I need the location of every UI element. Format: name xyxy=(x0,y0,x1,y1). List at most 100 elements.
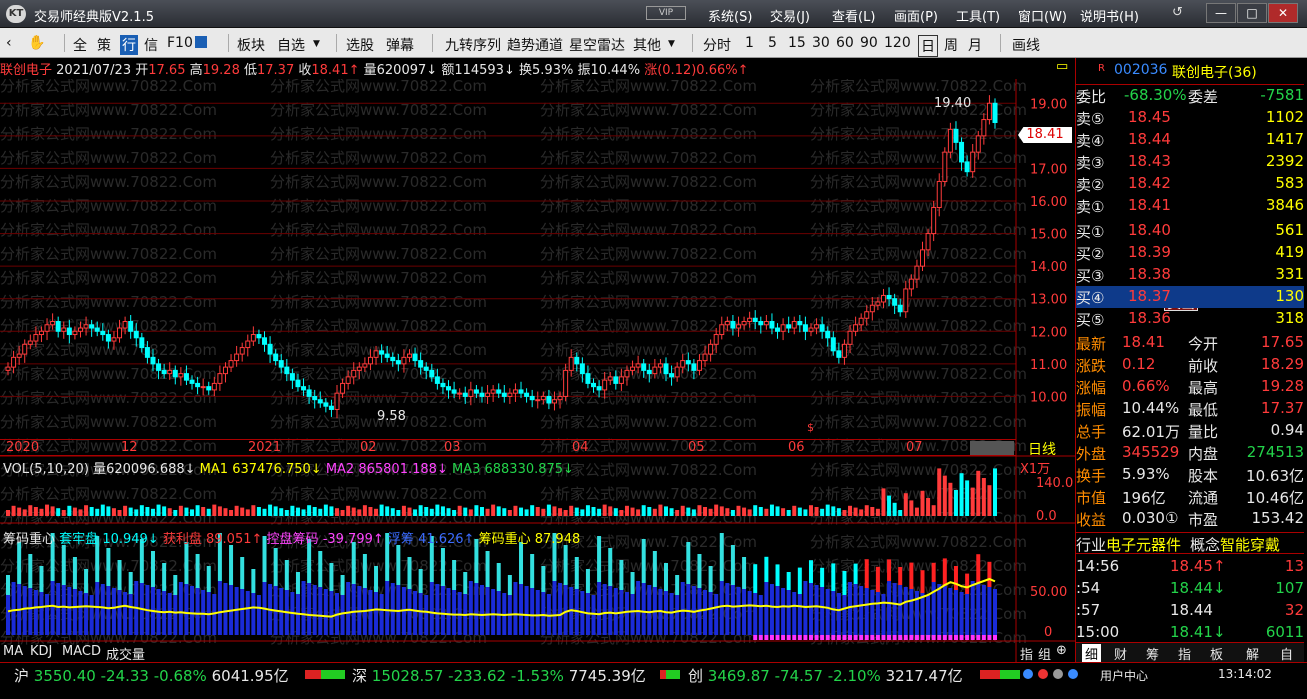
hand-icon[interactable]: ✋ xyxy=(28,35,45,51)
tb-strategy[interactable]: 策 xyxy=(97,35,111,55)
panel-tab-finance[interactable]: 财 xyxy=(1114,644,1127,663)
quote-row[interactable]: 卖⑤ 18.45 1102 xyxy=(1076,107,1304,129)
back-icon[interactable]: ‹ xyxy=(6,35,12,51)
cy-index-group[interactable]: 创 3469.87 -74.57 -2.10% 3217.47亿 xyxy=(688,665,963,686)
tb-period-60[interactable]: 60 xyxy=(836,35,854,51)
menu-screen[interactable]: 画面(P) xyxy=(894,6,938,25)
user-center-link[interactable]: 用户中心 xyxy=(1100,667,1148,684)
tb-period-month[interactable]: 月 xyxy=(968,35,982,55)
chart-settings-icon[interactable]: ▭ xyxy=(1056,59,1068,74)
tb-draw-line[interactable]: 画线 xyxy=(1012,35,1040,55)
menu-manual[interactable]: 说明书(H) xyxy=(1080,6,1139,25)
restore-small-icon[interactable]: ↺ xyxy=(1172,5,1183,20)
add-indicator-icon[interactable]: ⊕ xyxy=(1056,643,1067,658)
sz-index-group[interactable]: 深 15028.57 -233.62 -1.53% 7745.39亿 xyxy=(352,665,646,686)
tb-trend-channel[interactable]: 趋势通道 xyxy=(507,35,563,55)
tb-period-15[interactable]: 15 xyxy=(788,35,806,51)
quote-row[interactable]: 外盘 345529 内盘 274513 xyxy=(1076,442,1304,464)
minimize-button[interactable]: — xyxy=(1206,3,1236,23)
tb-other[interactable]: 其他 xyxy=(633,35,661,55)
candle-body xyxy=(345,376,351,384)
quote-row[interactable]: 涨幅 0.66% 最高 19.28 xyxy=(1076,376,1304,398)
menu-tools[interactable]: 工具(T) xyxy=(956,6,1000,25)
tb-period-day[interactable]: 日 xyxy=(918,35,938,57)
quote-row[interactable]: 买③ 18.38 331 xyxy=(1076,264,1304,286)
network-icon[interactable] xyxy=(1068,669,1078,679)
period-day-label[interactable]: 日线 xyxy=(1028,439,1056,459)
tab-indicator[interactable]: 指 xyxy=(1020,644,1033,663)
tab-kdj[interactable]: KDJ xyxy=(30,644,52,659)
tb-danmaku[interactable]: 弹幕 xyxy=(386,35,414,55)
maximize-button[interactable]: □ xyxy=(1237,3,1267,23)
quote-row[interactable]: 买④ 18.37 130 xyxy=(1076,286,1304,308)
tb-f10[interactable]: F10 xyxy=(167,35,193,51)
sync-icon[interactable] xyxy=(1023,669,1033,679)
chat-icon[interactable] xyxy=(1053,669,1063,679)
other-dropdown-icon[interactable]: ▼ xyxy=(668,39,675,49)
tb-all[interactable]: 全 xyxy=(73,35,87,55)
quote-row[interactable]: 最新 18.41 今开 17.65 xyxy=(1076,332,1304,354)
tb-info[interactable]: 信 xyxy=(144,35,158,55)
quote-row[interactable]: 卖① 18.41 3846 xyxy=(1076,195,1304,217)
vip-badge[interactable]: VIP xyxy=(646,6,686,20)
quote-row[interactable]: 卖② 18.42 583 xyxy=(1076,173,1304,195)
tb-period-90[interactable]: 90 xyxy=(860,35,878,51)
panel-tab-sector[interactable]: 板 xyxy=(1210,644,1223,663)
quote-row[interactable]: 收益 0.030① 市盈 153.42 xyxy=(1076,508,1304,530)
quote-row[interactable]: :57 18.44 32 xyxy=(1076,600,1304,622)
quote-row[interactable]: 卖④ 18.44 1417 xyxy=(1076,129,1304,151)
panel-tab-explain[interactable]: 解 xyxy=(1246,644,1259,663)
tb-period-intraday[interactable]: 分时 xyxy=(703,35,731,55)
watchlist-dropdown-icon[interactable]: ▼ xyxy=(313,39,320,49)
panel-tab-chips[interactable]: 筹 xyxy=(1146,644,1159,663)
stat-label: 市盈 xyxy=(1188,511,1219,529)
tb-period-30[interactable]: 30 xyxy=(812,35,830,51)
layout-icon[interactable] xyxy=(195,36,207,48)
tab-macd[interactable]: MACD xyxy=(62,644,101,659)
quote-row[interactable]: 15:00 18.41↓ 6011 xyxy=(1076,622,1304,644)
tb-watchlist[interactable]: 自选 xyxy=(277,35,305,55)
tb-period-week[interactable]: 周 xyxy=(944,35,958,55)
tb-sector[interactable]: 板块 xyxy=(237,35,265,55)
tb-star-radar[interactable]: 星空雷达 xyxy=(569,35,625,55)
tb-stock-picker[interactable]: 选股 xyxy=(346,35,374,55)
menu-trade[interactable]: 交易(J) xyxy=(770,6,810,25)
vol-value: 620096.688↓ xyxy=(106,462,196,477)
volume-bar xyxy=(496,506,501,516)
quote-row[interactable]: :54 18.44↓ 107 xyxy=(1076,578,1304,600)
tb-period-1[interactable]: 1 xyxy=(745,35,754,51)
quote-row[interactable]: 换手 5.93% 股本 10.63亿 xyxy=(1076,464,1304,486)
volume-bar xyxy=(937,468,942,516)
chart-area[interactable]: 分析家公式网www.70822.Com 分析家公式网www.70822.Com 分析… xyxy=(0,79,1075,662)
concept-value[interactable]: 智能穿戴 xyxy=(1220,534,1280,555)
tab-ma[interactable]: MA xyxy=(3,644,23,659)
tb-period-120[interactable]: 120 xyxy=(884,35,911,51)
alert-icon[interactable] xyxy=(1038,669,1048,679)
tb-nine-turn[interactable]: 九转序列 xyxy=(445,35,501,55)
quote-row[interactable]: 振幅 10.44% 最低 17.37 xyxy=(1076,398,1304,420)
menu-window[interactable]: 窗口(W) xyxy=(1018,6,1067,25)
close-button[interactable]: ✕ xyxy=(1268,3,1298,23)
quote-row[interactable]: 买⑤ 18.36 318 xyxy=(1076,308,1304,330)
quote-row[interactable]: 14:56 18.45↑ 13 xyxy=(1076,556,1304,578)
tb-period-5[interactable]: 5 xyxy=(768,35,777,51)
quote-row[interactable]: 总手 62.01万 量比 0.94 xyxy=(1076,420,1304,442)
sh-index-group[interactable]: 沪 3550.40 -24.33 -0.68% 6041.95亿 xyxy=(14,665,289,686)
quote-row[interactable]: 买② 18.39 419 xyxy=(1076,242,1304,264)
quote-row[interactable]: 涨跌 0.12 前收 18.29 xyxy=(1076,354,1304,376)
panel-tab-custom[interactable]: 自 xyxy=(1280,644,1293,663)
chip-bar-lock xyxy=(72,557,77,589)
x-scroll-thumb[interactable] xyxy=(970,441,1014,455)
candle-body xyxy=(206,386,212,391)
quote-row[interactable]: 卖③ 18.43 2392 xyxy=(1076,151,1304,173)
panel-tab-detail[interactable]: 细 xyxy=(1082,644,1102,663)
quote-row[interactable]: 市值 196亿 流通 10.46亿 xyxy=(1076,486,1304,508)
quote-row[interactable]: 买① 18.40 561 xyxy=(1076,220,1304,242)
industry-value[interactable]: 电子元器件 xyxy=(1106,534,1181,555)
menu-system[interactable]: 系统(S) xyxy=(708,6,752,25)
tab-group[interactable]: 组 xyxy=(1038,644,1051,663)
tb-quote[interactable]: 行 xyxy=(120,35,138,55)
panel-tab-index[interactable]: 指 xyxy=(1178,644,1191,663)
menu-view[interactable]: 查看(L) xyxy=(832,6,875,25)
tab-volume[interactable]: 成交量 xyxy=(106,644,145,663)
